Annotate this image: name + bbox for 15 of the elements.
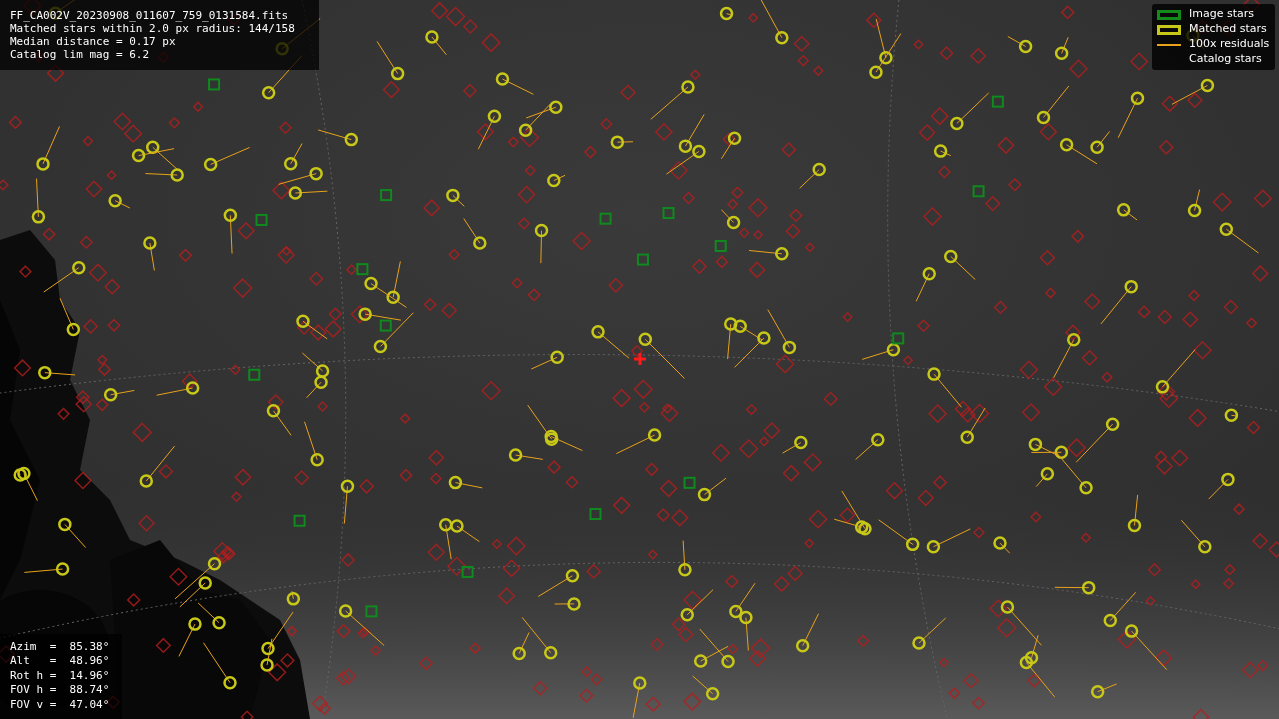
legend-label: Image stars bbox=[1189, 6, 1254, 23]
info-text: Median distance = 0.17 px bbox=[10, 35, 177, 48]
pointing-text: Alt = 48.96° bbox=[10, 654, 111, 669]
crosshair-icon bbox=[634, 353, 646, 365]
pointing-text: Azim = 85.38° bbox=[10, 639, 111, 655]
legend-label: Matched stars bbox=[1189, 21, 1267, 38]
legend-label: Catalog stars bbox=[1189, 51, 1262, 68]
legend-label: 100x residuals bbox=[1189, 36, 1270, 53]
pointing-text: Rot h = 14.96° bbox=[10, 668, 111, 684]
pointing-text: FOV v = 47.04° bbox=[10, 697, 111, 712]
info-text: Catalog lim mag = 6.2 bbox=[10, 48, 151, 61]
info-text: Matched stars within 2.0 px radius: 144/158 bbox=[10, 22, 296, 35]
pointing-text: FOV h = 88.74° bbox=[10, 683, 111, 698]
info-text: FF_CA002V_20230908_011607_759_0131584.fits bbox=[10, 9, 290, 22]
line-icon bbox=[1157, 43, 1181, 46]
